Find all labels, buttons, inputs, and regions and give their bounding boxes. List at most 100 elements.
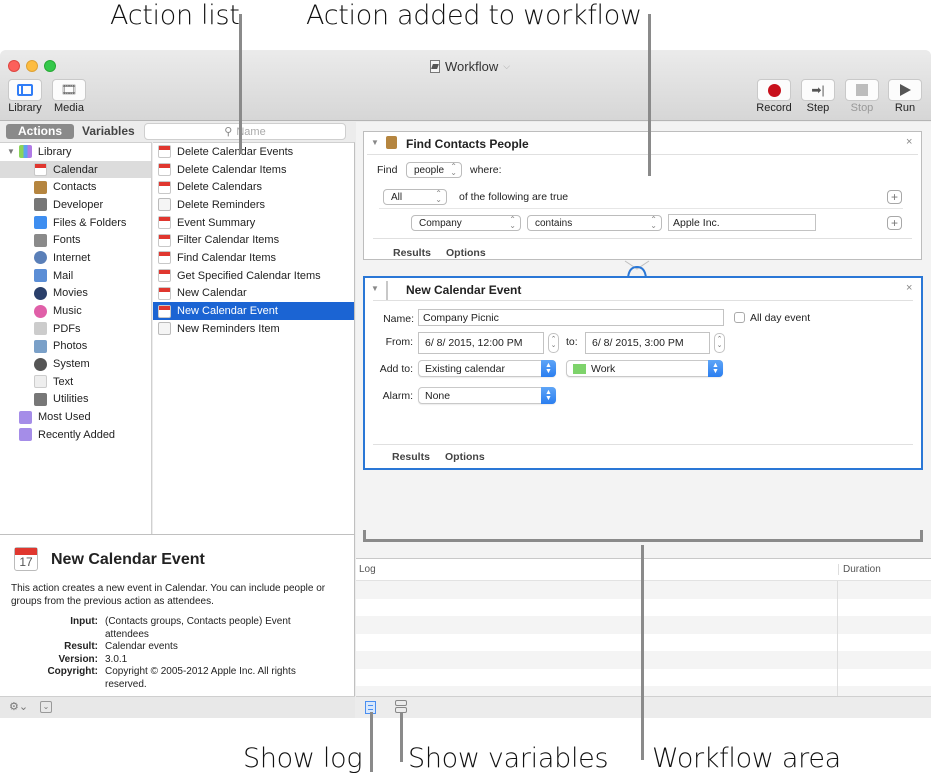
media-button[interactable]: 🎞	[52, 79, 86, 101]
leader-line	[641, 545, 644, 760]
category-pdfs[interactable]: PDFs	[0, 320, 151, 338]
alarm-select[interactable]: None ▲ ▼	[418, 387, 556, 404]
close-window-button[interactable]	[8, 60, 20, 72]
action-list-item[interactable]: Find Calendar Items	[153, 249, 354, 267]
run-icon	[899, 84, 911, 96]
action-list-item[interactable]: Delete Calendar Items	[153, 161, 354, 179]
action-list-item[interactable]: New Reminders Item	[153, 320, 354, 338]
action-find-contacts: ▼ Find Contacts People × Find people ⌃ ⌄ w…	[363, 131, 922, 260]
calendar-icon	[158, 286, 171, 300]
duration-column-header[interactable]: Duration	[838, 564, 931, 575]
smart-group-most-used[interactable]: Most Used	[0, 408, 151, 426]
calendar-icon	[34, 163, 47, 177]
stop-icon	[856, 84, 868, 96]
to-date-input[interactable]: 6/ 8/ 2015, 3:00 PM	[585, 332, 710, 354]
show-description-icon[interactable]: ⌄	[40, 701, 52, 713]
action-list-item[interactable]: Get Specified Calendar Items	[153, 267, 354, 285]
library-button[interactable]	[8, 79, 42, 101]
action-list-item[interactable]: New Calendar Event	[153, 302, 354, 320]
category-fonts[interactable]: Fonts	[0, 231, 151, 249]
calendar-select[interactable]: Work ▲ ▼	[566, 360, 723, 377]
annotation-action-list: Action list	[110, 0, 240, 31]
results-tab[interactable]: Results	[392, 451, 430, 463]
find-label: Find	[377, 164, 398, 176]
description-field: Input: (Contacts groups, Contacts people)…	[7, 616, 337, 641]
files-folders-icon	[34, 216, 47, 230]
leader-line	[400, 712, 403, 762]
utilities-icon	[34, 392, 47, 406]
category-internet[interactable]: Internet	[0, 249, 151, 267]
category-contacts[interactable]: Contacts	[0, 178, 151, 196]
description-title: New Calendar Event	[51, 551, 205, 568]
category-utilities[interactable]: Utilities	[0, 391, 151, 409]
category-music[interactable]: Music	[0, 302, 151, 320]
disclosure-triangle-icon[interactable]: ▼	[7, 147, 15, 156]
window-title[interactable]: Workflow ⌵	[430, 59, 510, 74]
contacts-icon	[386, 136, 397, 149]
window-title-text: Workflow	[445, 59, 499, 74]
to-date-stepper[interactable]: ⌃ ⌄	[714, 333, 725, 353]
action-list-item[interactable]: New Calendar	[153, 285, 354, 303]
category-developer[interactable]: Developer	[0, 196, 151, 214]
results-tab[interactable]: Results	[393, 247, 431, 259]
movies-icon	[34, 286, 47, 300]
search-input[interactable]: ⚲ Name	[144, 123, 346, 140]
step-label: Step	[806, 102, 830, 114]
add-to-select[interactable]: Existing calendar ▲ ▼	[418, 360, 556, 377]
match-select[interactable]: All ⌃ ⌄	[383, 189, 447, 205]
close-icon[interactable]: ×	[906, 136, 912, 148]
close-icon[interactable]: ×	[906, 282, 912, 294]
add-to-label: Add to:	[379, 363, 413, 375]
description-field-key: Copyright:	[47, 666, 98, 677]
options-tab[interactable]: Options	[445, 451, 485, 463]
from-date-stepper[interactable]: ⌃ ⌄	[548, 333, 559, 353]
mail-icon	[34, 269, 47, 283]
calendar-icon	[158, 216, 171, 230]
action-list-item[interactable]: Delete Calendars	[153, 178, 354, 196]
all-day-checkbox[interactable]	[734, 312, 745, 323]
description-field-value: (Contacts groups, Contacts people) Event…	[105, 616, 291, 640]
action-list-item[interactable]: Event Summary	[153, 214, 354, 232]
action-list-item[interactable]: Delete Reminders	[153, 196, 354, 214]
category-mail[interactable]: Mail	[0, 267, 151, 285]
category-text[interactable]: Text	[0, 373, 151, 391]
category-files-folders[interactable]: Files & Folders	[0, 214, 151, 232]
run-button[interactable]	[888, 79, 922, 101]
automator-window: Workflow ⌵ Library 🎞 Media Record ➡| Ste…	[0, 50, 931, 718]
calendar-color-swatch	[573, 363, 586, 374]
folder-icon	[19, 410, 32, 424]
category-photos[interactable]: Photos	[0, 338, 151, 356]
workflow-area-bracket	[363, 530, 923, 542]
action-list-item[interactable]: Delete Calendar Events	[153, 143, 354, 161]
event-name-input[interactable]: Company Picnic	[418, 309, 724, 326]
category-system[interactable]: System	[0, 355, 151, 373]
options-tab[interactable]: Options	[446, 247, 486, 259]
calendar-icon	[158, 180, 171, 194]
gear-menu-icon[interactable]: ⚙︎⌄	[9, 700, 28, 713]
add-condition-button[interactable]: +	[887, 216, 902, 230]
condition-value-input[interactable]: Apple Inc.	[668, 214, 816, 231]
disclosure-triangle-icon[interactable]: ▼	[371, 284, 379, 293]
disclosure-triangle-icon[interactable]: ▼	[371, 138, 379, 147]
action-list-item[interactable]: Filter Calendar Items	[153, 231, 354, 249]
find-type-select[interactable]: people ⌃ ⌄	[406, 162, 462, 178]
library-root[interactable]: ▼ Library	[0, 143, 151, 161]
system-icon	[34, 357, 47, 371]
add-condition-button[interactable]: +	[887, 190, 902, 204]
log-column-header[interactable]: Log	[356, 564, 838, 575]
zoom-window-button[interactable]	[44, 60, 56, 72]
category-movies[interactable]: Movies	[0, 285, 151, 303]
minimize-window-button[interactable]	[26, 60, 38, 72]
tab-actions[interactable]: Actions	[6, 124, 75, 139]
tab-variables[interactable]: Variables	[74, 124, 143, 139]
library-tree: ▼ Library Calendar Contacts Developer Files…	[0, 142, 152, 584]
action-list: Delete Calendar Events Delete Calendar It…	[153, 142, 355, 584]
category-calendar[interactable]: Calendar	[0, 160, 151, 179]
step-button[interactable]: ➡|	[801, 79, 835, 101]
from-date-input[interactable]: 6/ 8/ 2015, 12:00 PM	[418, 332, 544, 354]
smart-group-recently-added[interactable]: Recently Added	[0, 426, 151, 444]
record-button[interactable]	[757, 79, 791, 101]
description-field-value: Calendar events	[105, 641, 178, 652]
operator-select[interactable]: contains ⌃ ⌄	[527, 215, 662, 231]
field-select[interactable]: Company ⌃ ⌄	[411, 215, 521, 231]
